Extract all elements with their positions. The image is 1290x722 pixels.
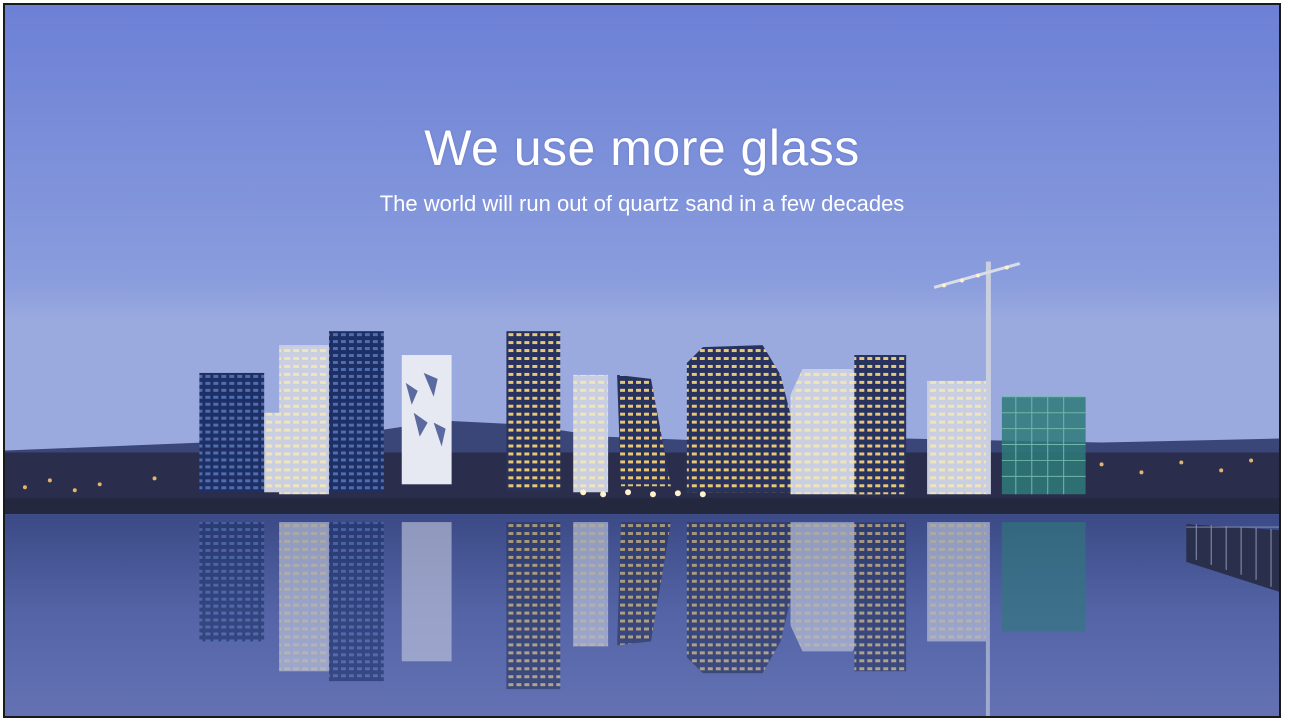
slide: We use more glass The world will run out… [3, 3, 1281, 718]
quay [5, 498, 1279, 515]
slide-subtitle: The world will run out of quartz sand in… [379, 191, 905, 216]
slide-title: We use more glass [424, 120, 860, 176]
city-skyline-photo [5, 5, 1279, 716]
